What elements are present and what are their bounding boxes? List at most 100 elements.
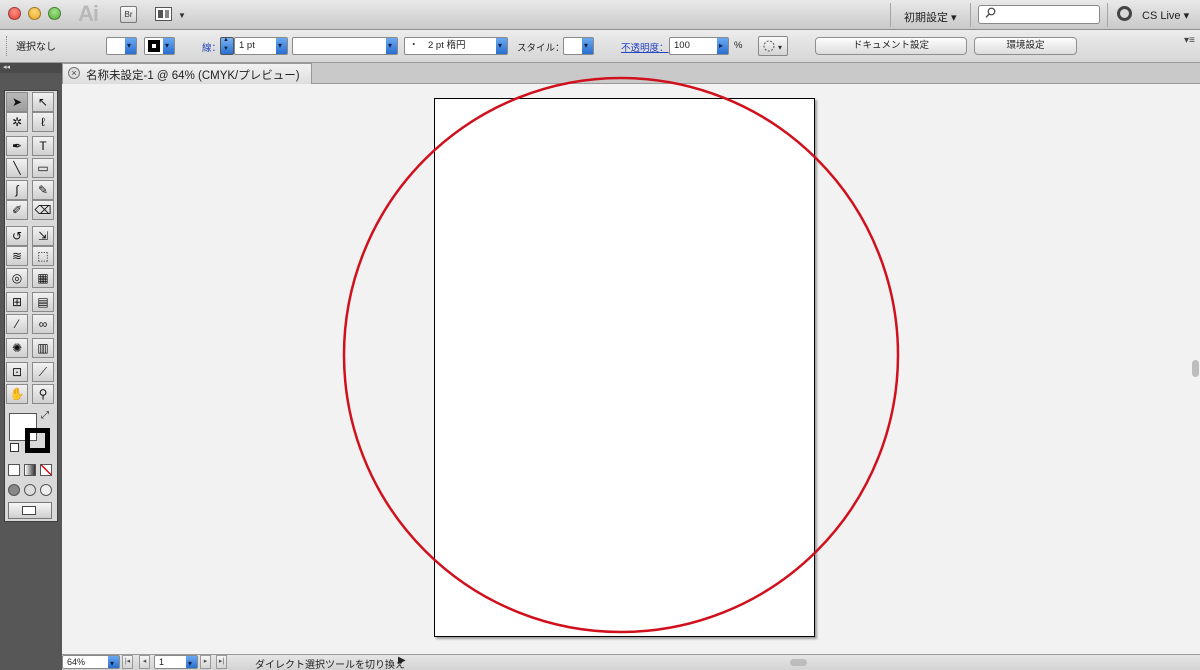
- magic-wand-icon: ✲: [11, 115, 23, 129]
- close-icon[interactable]: ×: [68, 67, 80, 79]
- stroke-swatch: [148, 40, 160, 52]
- artboard-tool[interactable]: ⊡: [6, 362, 28, 382]
- previous-artboard-button[interactable]: ◂: [139, 655, 150, 669]
- window-close-button[interactable]: [8, 7, 21, 20]
- blob-brush-icon: ✐: [11, 203, 23, 217]
- screen-mode-button[interactable]: [8, 502, 52, 519]
- divider: [890, 3, 891, 27]
- lasso-tool[interactable]: ℓ: [32, 112, 54, 132]
- eraser-tool[interactable]: ⌫: [32, 200, 54, 220]
- status-message: ダイレクト選択ツールを切り換え: [255, 660, 405, 670]
- document-setup-button[interactable]: ドキュメント設定: [815, 37, 967, 55]
- panel-menu-icon[interactable]: ▾≡: [1184, 35, 1195, 46]
- gradient-tool[interactable]: ▤: [32, 292, 54, 312]
- perspective-grid-tool[interactable]: ▦: [32, 268, 54, 288]
- artboard-number-field[interactable]: 1: [154, 655, 198, 670]
- zoom-level-field[interactable]: 64%: [62, 655, 120, 670]
- type-tool[interactable]: T: [32, 136, 54, 156]
- direct-selection-tool[interactable]: ↖: [32, 92, 54, 112]
- opacity-field[interactable]: 100: [669, 37, 729, 55]
- workspace-switcher[interactable]: 初期設定 ▾: [904, 9, 957, 25]
- graphic-style-dropdown[interactable]: [563, 37, 594, 55]
- draw-inside-button[interactable]: [40, 484, 52, 496]
- zoom-icon: ⚲: [38, 387, 48, 401]
- arrange-documents-button[interactable]: ▼: [155, 6, 189, 23]
- shape-builder-tool[interactable]: ◎: [6, 268, 28, 288]
- fill-color-dropdown[interactable]: [106, 37, 137, 55]
- eyedropper-tool[interactable]: ⁄: [6, 314, 28, 334]
- magic-wand-tool[interactable]: ✲: [6, 112, 28, 132]
- eraser-icon: ⌫: [34, 203, 52, 217]
- horizontal-scroll-thumb[interactable]: [790, 659, 807, 666]
- stroke-weight-field[interactable]: 1 pt: [234, 37, 288, 55]
- cs-live-menu[interactable]: CS Live ▾: [1142, 9, 1189, 22]
- scale-tool[interactable]: ⇲: [32, 226, 54, 246]
- draw-normal-button[interactable]: [8, 484, 20, 496]
- first-artboard-button[interactable]: |◂: [122, 655, 133, 669]
- hand-tool[interactable]: ✋: [6, 384, 28, 404]
- stroke-label[interactable]: 線：: [202, 40, 221, 54]
- last-artboard-button[interactable]: ▸|: [216, 655, 227, 669]
- hand-icon: ✋: [9, 387, 25, 401]
- style-label: スタイル：: [517, 43, 565, 54]
- next-artboard-button[interactable]: ▸: [200, 655, 211, 669]
- slice-tool[interactable]: ⟋: [32, 362, 54, 382]
- gradient-mode-button[interactable]: [24, 464, 36, 476]
- dropdown-arrow-icon: [125, 38, 136, 54]
- selection-tool[interactable]: ➤: [6, 92, 28, 112]
- dropdown-arrow-icon: [276, 38, 287, 54]
- stroke-color-dropdown[interactable]: [144, 37, 175, 55]
- mesh-icon: ⊞: [11, 295, 23, 309]
- default-colors-icon[interactable]: [10, 443, 19, 452]
- color-mode-button[interactable]: [8, 464, 20, 476]
- bridge-button[interactable]: Br: [120, 6, 137, 23]
- warp-icon: ≋: [11, 249, 23, 263]
- arrange-icon: [155, 7, 172, 21]
- line-tool[interactable]: ╲: [6, 158, 28, 178]
- illustrator-logo: Ai: [78, 1, 99, 26]
- stroke-weight-stepper[interactable]: [220, 37, 234, 55]
- brush-value: ・ 2 pt 楕円: [409, 40, 466, 51]
- stroke-swatch-large[interactable]: [25, 428, 50, 453]
- blob-brush-tool[interactable]: ✐: [6, 200, 28, 220]
- collapse-panel-icon[interactable]: ◂◂: [3, 63, 10, 71]
- selection-icon: ➤: [11, 95, 23, 109]
- status-bar: [62, 654, 1200, 670]
- blend-tool[interactable]: ∞: [32, 314, 54, 334]
- opacity-value: 100: [674, 40, 690, 51]
- recolor-artwork-button[interactable]: ▾: [758, 36, 788, 56]
- variable-width-profile-dropdown[interactable]: [292, 37, 398, 55]
- mesh-tool[interactable]: ⊞: [6, 292, 28, 312]
- divider: [970, 3, 971, 27]
- draw-behind-button[interactable]: [24, 484, 36, 496]
- rotate-tool[interactable]: ↺: [6, 226, 28, 246]
- zoom-tool[interactable]: ⚲: [32, 384, 54, 404]
- status-menu-arrow-icon[interactable]: ▶: [398, 655, 406, 666]
- preferences-button[interactable]: 環境設定: [974, 37, 1077, 55]
- pen-tool[interactable]: ✒: [6, 136, 28, 156]
- selection-status: 選択なし: [16, 42, 56, 53]
- symbol-sprayer-tool[interactable]: ✺: [6, 338, 28, 358]
- brush-definition-dropdown[interactable]: ・ 2 pt 楕円: [404, 37, 508, 55]
- window-minimize-button[interactable]: [28, 7, 41, 20]
- warp-tool[interactable]: ≋: [6, 246, 28, 266]
- none-mode-button[interactable]: [40, 464, 52, 476]
- swap-fill-stroke-icon[interactable]: ⤢: [41, 410, 49, 421]
- pencil-tool[interactable]: ✎: [32, 180, 54, 200]
- free-transform-tool[interactable]: ⬚: [32, 246, 54, 266]
- panel-grip[interactable]: [6, 36, 8, 56]
- shape-builder-icon: ◎: [11, 271, 23, 285]
- recolor-icon: ▾: [763, 40, 782, 52]
- help-search-input[interactable]: [978, 5, 1100, 24]
- window-zoom-button[interactable]: [48, 7, 61, 20]
- vertical-scroll-thumb[interactable]: [1192, 360, 1199, 377]
- opacity-label[interactable]: 不透明度：: [621, 40, 669, 54]
- paintbrush-tool[interactable]: ∫: [6, 180, 28, 200]
- column-graph-tool[interactable]: ▥: [32, 338, 54, 358]
- rectangle-tool[interactable]: ▭: [32, 158, 54, 178]
- artboard-icon: ⊡: [11, 365, 23, 379]
- artboard[interactable]: [434, 98, 815, 637]
- dropdown-arrow-icon: [163, 38, 174, 54]
- search-icon: [985, 7, 996, 18]
- zoom-level-value: 64%: [67, 657, 86, 667]
